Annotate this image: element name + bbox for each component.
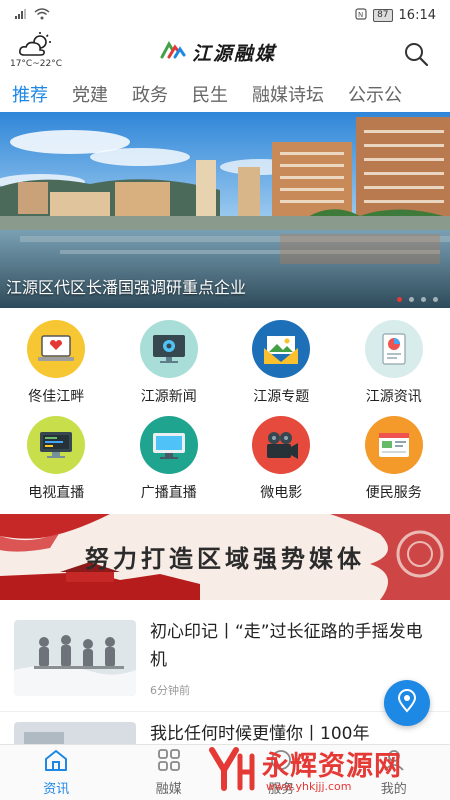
nav-item-profile[interactable]: 我的: [338, 745, 450, 800]
news-item[interactable]: 初心印记丨“走”过长征路的手摇发电机 6分钟前: [0, 610, 450, 712]
news-title: 初心印记丨“走”过长征路的手摇发电机: [150, 622, 423, 670]
monitor-gear-icon: [139, 320, 198, 378]
signal-icon: [14, 8, 28, 23]
grid-label: 佟佳江畔: [28, 389, 85, 405]
banner-pagination: [397, 297, 438, 302]
grid-item-radio-live[interactable]: 广播直播: [113, 412, 226, 508]
grid-label: 江源新闻: [140, 389, 197, 405]
nfc-icon: N: [355, 7, 367, 23]
nav-label: 服务: [268, 782, 295, 797]
banner-caption: 江源区代区长潘国强调研重点企业: [6, 278, 247, 297]
search-icon: [402, 43, 430, 72]
wifi-icon: [34, 7, 50, 23]
partly-cloudy-icon: [6, 32, 66, 58]
nav-label: 我的: [380, 782, 407, 797]
film-camera-icon: [252, 416, 311, 474]
grid-item-service[interactable]: 便民服务: [338, 412, 450, 508]
grid-item-tv-live[interactable]: 电视直播: [0, 412, 113, 508]
tab-recommend[interactable]: 推荐: [0, 81, 60, 107]
location-float-button[interactable]: [384, 680, 430, 726]
service-icon: [268, 748, 294, 776]
tab-government[interactable]: 政务: [120, 81, 180, 107]
grid-item-topic[interactable]: 江源专题: [225, 316, 338, 412]
nav-item-news[interactable]: 资讯: [0, 745, 113, 800]
grid-label: 微电影: [260, 485, 303, 501]
grid-label: 江源资讯: [365, 389, 422, 405]
category-tabs: 推荐 党建 政务 民生 融媒诗坛 公示公: [0, 76, 450, 112]
pagination-dot[interactable]: [433, 297, 438, 302]
grid-item-news[interactable]: 江源新闻: [113, 316, 226, 412]
tab-poetry[interactable]: 融媒诗坛: [240, 81, 336, 107]
feature-grid: 佟佳江畔 江源新闻 江源专题 江源资讯 电视直播 广播直播 微电影 便民服务: [0, 316, 450, 506]
tab-announcement[interactable]: 公示公: [336, 81, 414, 107]
hero-banner[interactable]: 江源区代区长潘国强调研重点企业: [0, 112, 450, 308]
slogan-text: 努力打造区域强势媒体: [85, 544, 365, 573]
nav-label: 融媒: [155, 782, 182, 797]
news-thumbnail: [14, 620, 136, 696]
news-time: 6分钟前: [150, 684, 190, 697]
grid-item-tongjia[interactable]: 佟佳江畔: [0, 316, 113, 412]
laptop-heart-icon: [27, 320, 86, 378]
logo-text: 江源融媒: [192, 42, 277, 65]
user-icon: [381, 748, 407, 776]
app-logo: 江源融媒: [160, 38, 276, 66]
bottom-navigation: 资讯 融媒 服务 我的: [0, 744, 450, 800]
brand-mark-icon: [160, 40, 186, 63]
grid-item-micro-film[interactable]: 微电影: [225, 412, 338, 508]
pagination-dot[interactable]: [421, 297, 426, 302]
search-button[interactable]: [402, 40, 430, 68]
document-chart-icon: [364, 320, 423, 378]
envelope-photo-icon: [252, 320, 311, 378]
grid-label: 电视直播: [28, 485, 85, 501]
pagination-dot[interactable]: [397, 297, 402, 302]
tab-party[interactable]: 党建: [60, 81, 120, 107]
nav-item-media[interactable]: 融媒: [113, 745, 226, 800]
location-pin-icon: [396, 689, 418, 717]
grid-label: 江源专题: [253, 389, 310, 405]
battery-icon: 87: [373, 8, 393, 22]
status-time: 16:14: [398, 7, 436, 23]
nav-label: 资讯: [43, 782, 70, 797]
home-icon: [43, 748, 69, 776]
grid-item-info[interactable]: 江源资讯: [338, 316, 450, 412]
display-monitor-icon: [139, 416, 198, 474]
app-header: 17°C~22°C 江源融媒: [0, 30, 450, 74]
grid-icon: [156, 748, 182, 776]
nav-item-service[interactable]: 服务: [225, 745, 338, 800]
svg-text:N: N: [358, 11, 363, 19]
weather-widget[interactable]: 17°C~22°C: [6, 32, 66, 69]
grid-label: 广播直播: [140, 485, 197, 501]
desktop-tv-icon: [27, 416, 86, 474]
slogan-banner[interactable]: 努力打造区域强势媒体: [0, 514, 450, 600]
status-bar: N 87 16:14: [0, 0, 450, 30]
status-right: N 87 16:14: [355, 8, 436, 23]
status-left: [14, 7, 50, 23]
browser-window-icon: [364, 416, 423, 474]
tab-livelihood[interactable]: 民生: [180, 81, 240, 107]
weather-temperature: 17°C~22°C: [9, 59, 62, 69]
grid-label: 便民服务: [365, 485, 422, 501]
pagination-dot[interactable]: [409, 297, 414, 302]
